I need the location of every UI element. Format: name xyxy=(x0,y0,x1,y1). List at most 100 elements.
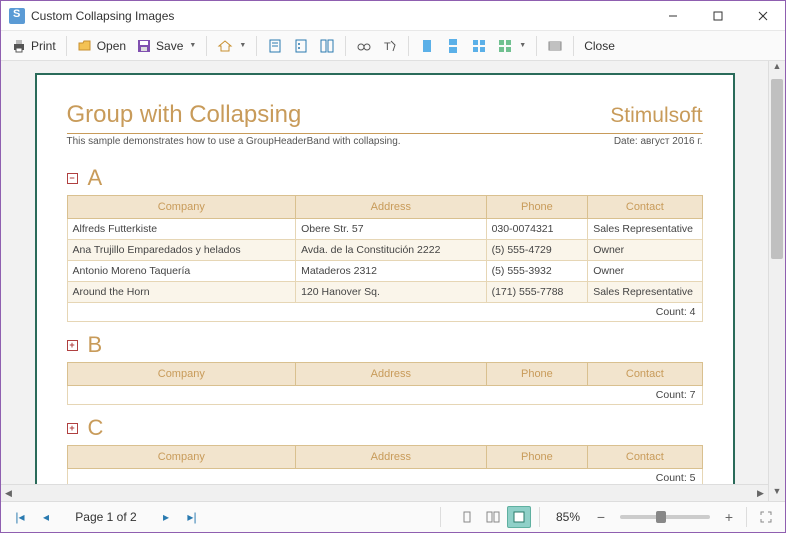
table-row: Antonio Moreno Taquería Mataderos 2312 (… xyxy=(67,261,702,282)
viewport: Group with Collapsing Stimulsoft This sa… xyxy=(1,61,785,501)
col-company: Company xyxy=(67,363,296,386)
page-indicator: Page 1 of 2 xyxy=(61,510,151,524)
report-title: Group with Collapsing xyxy=(67,101,302,129)
col-address: Address xyxy=(296,446,487,469)
thumbnails-button[interactable] xyxy=(315,34,339,58)
cell-company: Antonio Moreno Taquería xyxy=(67,261,296,282)
zoom-slider-knob[interactable] xyxy=(656,511,666,523)
prev-page-button[interactable]: ◂ xyxy=(35,506,57,528)
col-phone: Phone xyxy=(486,446,588,469)
bookmarks-button[interactable] xyxy=(263,34,287,58)
home-icon xyxy=(217,38,233,54)
cell-contact: Sales Representative xyxy=(588,219,702,240)
save-label: Save xyxy=(156,39,183,53)
open-button[interactable]: Open xyxy=(73,34,130,58)
vertical-scrollbar[interactable]: ▲ ▼ xyxy=(768,61,785,501)
first-page-button[interactable]: |◂ xyxy=(9,506,31,528)
thumbnails-icon xyxy=(319,38,335,54)
group-footer: Count: 7 xyxy=(67,386,703,405)
folder-open-icon xyxy=(77,38,93,54)
print-label: Print xyxy=(31,39,56,53)
open-label: Open xyxy=(97,39,126,53)
col-company: Company xyxy=(67,196,296,219)
cell-company: Ana Trujillo Emparedados y helados xyxy=(67,240,296,261)
scroll-up-arrow[interactable]: ▲ xyxy=(769,61,785,76)
minimize-button[interactable] xyxy=(650,1,695,30)
report-date: Date: август 2016 г. xyxy=(614,136,703,147)
app-icon xyxy=(9,8,25,24)
group-letter: C xyxy=(88,415,104,441)
dotmatrix-button[interactable] xyxy=(543,34,567,58)
page-area[interactable]: Group with Collapsing Stimulsoft This sa… xyxy=(1,61,768,501)
table-row: Alfreds Futterkiste Obere Str. 57 030-00… xyxy=(67,219,702,240)
cell-address: 120 Hanover Sq. xyxy=(296,282,487,303)
print-button[interactable]: Print xyxy=(7,34,60,58)
group-A: − A Company Address Phone Contact Alfred… xyxy=(67,165,703,322)
find-button[interactable] xyxy=(352,34,376,58)
collapse-toggle[interactable]: − xyxy=(67,173,78,184)
close-button[interactable] xyxy=(740,1,785,30)
close-viewer-button[interactable]: Close xyxy=(580,34,619,58)
chevron-down-icon: ▼ xyxy=(239,42,246,49)
title-divider xyxy=(67,133,703,134)
page-multiple-icon xyxy=(471,38,487,54)
viewmode-single-button[interactable] xyxy=(415,34,439,58)
zoom-in-button[interactable]: + xyxy=(720,508,738,526)
col-contact: Contact xyxy=(588,363,702,386)
data-grid: Company Address Phone Contact Alfreds Fu… xyxy=(67,195,703,303)
close-label: Close xyxy=(584,39,615,53)
cell-company: Alfreds Futterkiste xyxy=(67,219,296,240)
parameters-button[interactable] xyxy=(289,34,313,58)
last-page-button[interactable]: ▸| xyxy=(181,506,203,528)
zoom-out-button[interactable]: − xyxy=(592,508,610,526)
report-brand: Stimulsoft xyxy=(610,104,702,128)
cell-address: Avda. de la Constitución 2222 xyxy=(296,240,487,261)
horizontal-scrollbar[interactable]: ◀ ▶ xyxy=(1,484,768,501)
toolbar: Print Open Save ▼ ▼ T ▼ Close xyxy=(1,31,785,61)
group-B: + B Company Address Phone Contact Count:… xyxy=(67,332,703,405)
statusbar: |◂ ◂ Page 1 of 2 ▸ ▸| 85% − + xyxy=(1,501,785,532)
text-editor-icon: T xyxy=(382,38,398,54)
col-phone: Phone xyxy=(486,196,588,219)
save-icon xyxy=(136,38,152,54)
zoom-pagewidth-button[interactable] xyxy=(507,506,531,528)
scroll-down-arrow[interactable]: ▼ xyxy=(769,486,785,501)
dotmatrix-icon xyxy=(547,38,563,54)
table-row: Ana Trujillo Emparedados y helados Avda.… xyxy=(67,240,702,261)
scroll-right-arrow[interactable]: ▶ xyxy=(753,485,768,501)
viewmode-continuous-button[interactable] xyxy=(441,34,465,58)
group-letter: B xyxy=(88,332,103,358)
cell-address: Mataderos 2312 xyxy=(296,261,487,282)
collapse-toggle[interactable]: + xyxy=(67,340,78,351)
editor-button[interactable]: T xyxy=(378,34,402,58)
zoom-twopage-button[interactable] xyxy=(481,506,505,528)
save-button[interactable]: Save ▼ xyxy=(132,34,200,58)
scroll-thumb[interactable] xyxy=(771,79,783,259)
group-C: + C Company Address Phone Contact Count:… xyxy=(67,415,703,488)
cell-contact: Sales Representative xyxy=(588,282,702,303)
send-email-button[interactable]: ▼ xyxy=(213,34,250,58)
group-footer: Count: 4 xyxy=(67,303,703,322)
titlebar: Custom Collapsing Images xyxy=(1,1,785,31)
col-contact: Contact xyxy=(588,196,702,219)
fullscreen-button[interactable] xyxy=(755,506,777,528)
maximize-button[interactable] xyxy=(695,1,740,30)
next-page-button[interactable]: ▸ xyxy=(155,506,177,528)
cell-company: Around the Horn xyxy=(67,282,296,303)
scroll-left-arrow[interactable]: ◀ xyxy=(1,485,16,501)
col-address: Address xyxy=(296,196,487,219)
bookmark-icon xyxy=(267,38,283,54)
zoom-slider[interactable] xyxy=(620,515,710,519)
zoom-onepage-button[interactable] xyxy=(455,506,479,528)
zoom-value: 85% xyxy=(548,510,588,524)
data-grid: Company Address Phone Contact xyxy=(67,445,703,469)
binoculars-icon xyxy=(356,38,372,54)
viewmode-multiple-button[interactable] xyxy=(467,34,491,58)
collapse-toggle[interactable]: + xyxy=(67,423,78,434)
zoom-dropdown-button[interactable]: ▼ xyxy=(493,34,530,58)
cell-phone: (171) 555-7788 xyxy=(486,282,588,303)
page-single-icon xyxy=(419,38,435,54)
cell-contact: Owner xyxy=(588,240,702,261)
cell-phone: (5) 555-4729 xyxy=(486,240,588,261)
chevron-down-icon: ▼ xyxy=(519,42,526,49)
